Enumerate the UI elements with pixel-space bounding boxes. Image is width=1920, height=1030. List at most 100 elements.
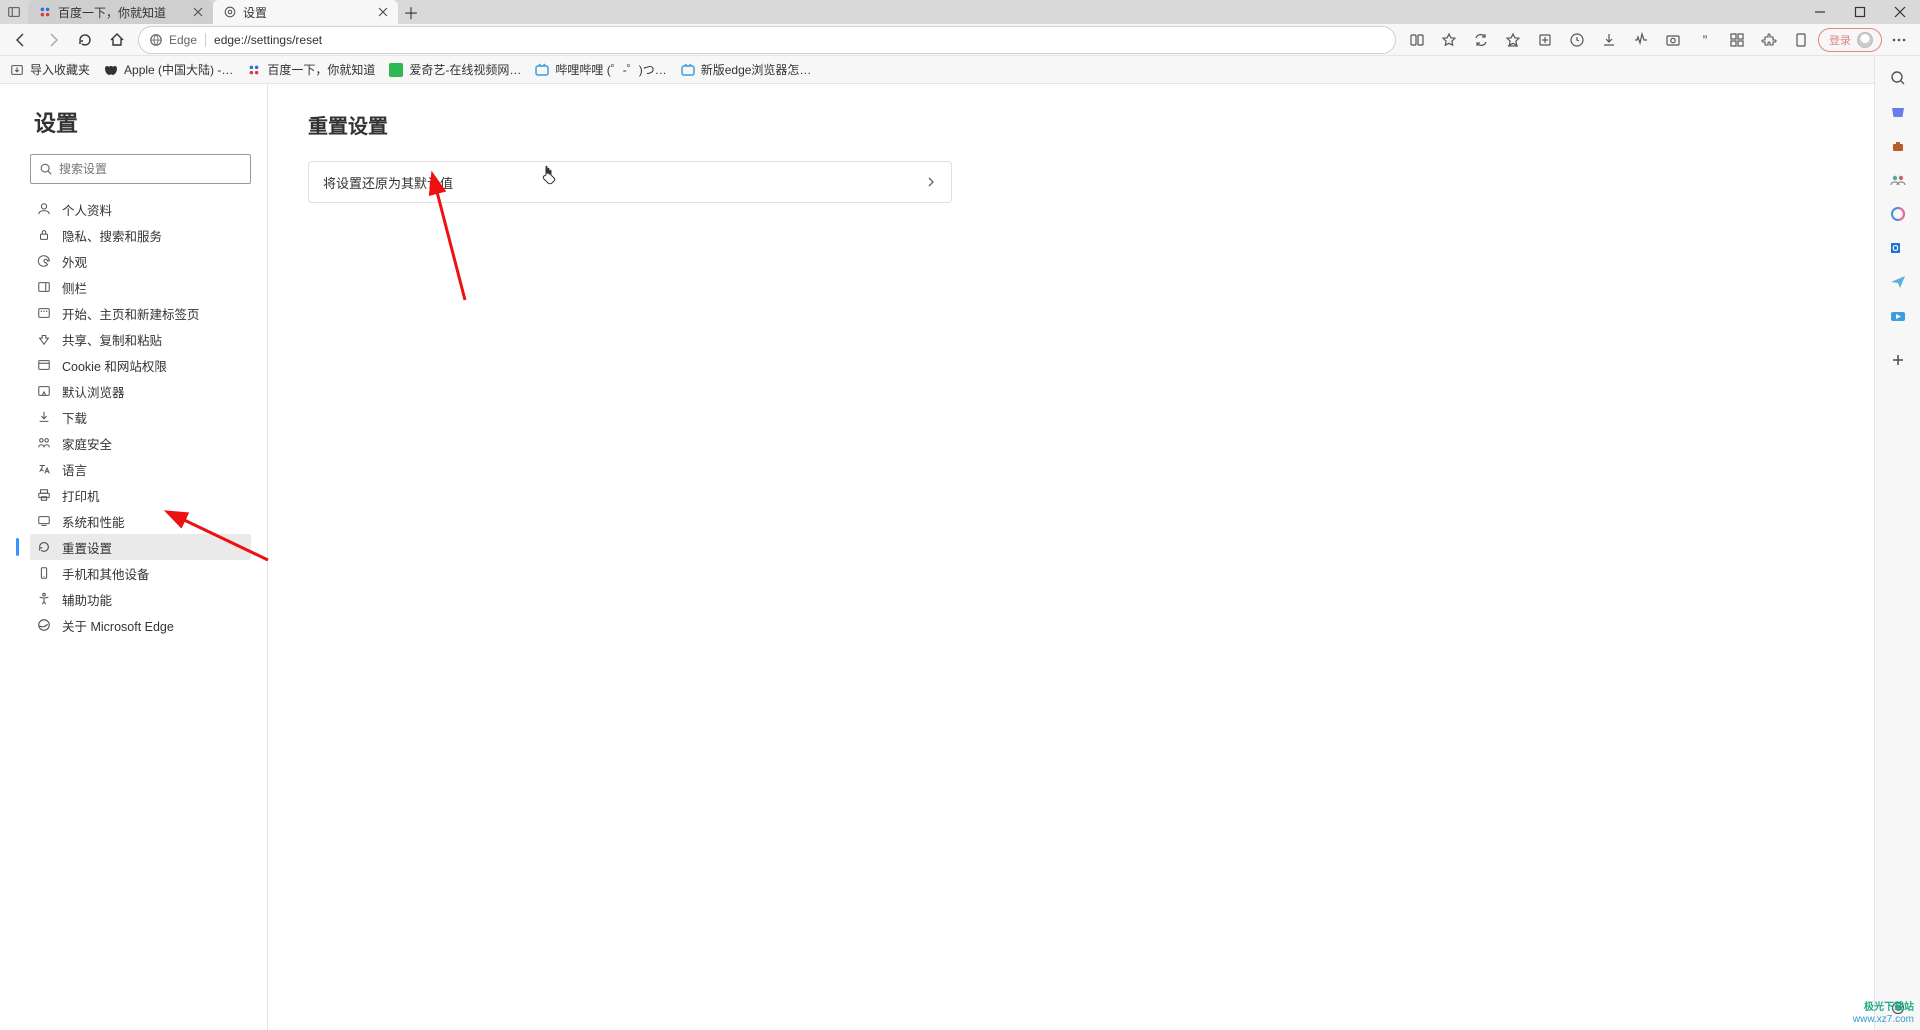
nav-label: 共享、复制和粘贴 [62,330,162,349]
address-bar[interactable]: Edge [138,26,1396,54]
bookmark-label: 新版edge浏览器怎… [701,61,812,78]
nav-default-browser[interactable]: 默认浏览器 [30,378,251,404]
rail-search-icon[interactable] [1888,68,1908,88]
rail-outlook-icon[interactable]: O [1888,238,1908,258]
site-identity[interactable]: Edge [149,33,197,47]
close-tab-button[interactable] [376,5,390,19]
cookie-icon [36,357,52,373]
refresh-button[interactable] [70,26,100,54]
nav-start[interactable]: 开始、主页和新建标签页 [30,300,251,326]
nav-label: 手机和其他设备 [62,564,150,583]
bookmark-label: 爱奇艺-在线视频网… [409,61,521,78]
tab-actions-button[interactable] [0,0,28,24]
settings-nav: 个人资料 隐私、搜索和服务 外观 侧栏 开始、主页和新建标签页 共享、复制和粘贴… [30,196,251,638]
nav-label: 外观 [62,252,87,271]
maximize-button[interactable] [1840,0,1880,24]
new-tab-button[interactable]: ＋ [398,0,424,24]
import-bookmarks-button[interactable]: 导入收藏夹 [10,61,90,78]
rail-video-icon[interactable] [1888,306,1908,326]
nav-label: 家庭安全 [62,434,112,453]
rail-people-icon[interactable] [1888,170,1908,190]
profile-icon [36,201,52,217]
bookmark-edge-tutorial[interactable]: 新版edge浏览器怎… [681,61,812,78]
read-aloud-button[interactable] [1786,26,1816,54]
rail-add-button[interactable] [1888,350,1908,370]
nav-system[interactable]: 系统和性能 [30,508,251,534]
nav-label: 打印机 [62,486,100,505]
rail-shopping-icon[interactable] [1888,102,1908,122]
settings-content: 重置设置 将设置还原为其默认值 [268,84,1874,1030]
bookmark-bilibili[interactable]: 哔哩哔哩 (゜-゜)つ… [535,61,666,78]
downloads-button[interactable] [1594,26,1624,54]
nav-privacy[interactable]: 隐私、搜索和服务 [30,222,251,248]
start-icon [36,305,52,321]
titlebar: 百度一下，你就知道 设置 ＋ [0,0,1920,24]
window-controls [1800,0,1920,24]
sync-button[interactable] [1466,26,1496,54]
collections-button[interactable] [1530,26,1560,54]
minimize-button[interactable] [1800,0,1840,24]
settings-search[interactable] [30,154,251,184]
favorite-star-button[interactable] [1434,26,1464,54]
settings-title: 设置 [34,106,251,138]
lock-icon [36,227,52,243]
bookmark-iqiyi[interactable]: 爱奇艺-在线视频网… [389,61,521,78]
nav-cookies[interactable]: Cookie 和网站权限 [30,352,251,378]
nav-reset[interactable]: 重置设置 [30,534,251,560]
nav-accessibility[interactable]: 辅助功能 [30,586,251,612]
nav-label: 关于 Microsoft Edge [62,616,174,635]
baidu-icon [247,63,261,77]
url-input[interactable] [214,33,1385,47]
close-tab-button[interactable] [191,5,205,19]
wellness-button[interactable] [1626,26,1656,54]
nav-appearance[interactable]: 外观 [30,248,251,274]
bookmark-baidu[interactable]: 百度一下，你就知道 [247,61,375,78]
reset-to-default-row[interactable]: 将设置还原为其默认值 [309,162,951,202]
split-screen-button[interactable] [1402,26,1432,54]
nav-family[interactable]: 家庭安全 [30,430,251,456]
home-button[interactable] [102,26,132,54]
accessibility-icon [36,591,52,607]
side-rail: O [1874,56,1920,1030]
svg-text:O: O [1892,244,1898,253]
baidu-favicon-icon [38,5,52,19]
nav-label: 下载 [62,408,87,427]
history-button[interactable] [1562,26,1592,54]
nav-sidebar[interactable]: 侧栏 [30,274,251,300]
nav-downloads[interactable]: 下载 [30,404,251,430]
nav-language[interactable]: 语言 [30,456,251,482]
login-button[interactable]: 登录 [1818,28,1882,52]
rail-copilot-icon[interactable] [1888,204,1908,224]
nav-label: 隐私、搜索和服务 [62,226,162,245]
back-button[interactable] [6,26,36,54]
apps-button[interactable] [1722,26,1752,54]
tab-baidu[interactable]: 百度一下，你就知道 [28,0,213,24]
reset-card: 将设置还原为其默认值 [308,161,952,203]
nav-phone[interactable]: 手机和其他设备 [30,560,251,586]
sidebar-icon [36,279,52,295]
rail-send-icon[interactable] [1888,272,1908,292]
nav-share[interactable]: 共享、复制和粘贴 [30,326,251,352]
tab-settings[interactable]: 设置 [213,0,398,24]
bookmark-label: Apple (中国大陆) -… [124,61,233,78]
nav-printers[interactable]: 打印机 [30,482,251,508]
favorites-button[interactable] [1498,26,1528,54]
nav-profile[interactable]: 个人资料 [30,196,251,222]
more-button[interactable] [1884,26,1914,54]
quote-button[interactable]: ” [1690,26,1720,54]
tab-strip: 百度一下，你就知道 设置 ＋ [0,0,424,24]
nav-about[interactable]: 关于 Microsoft Edge [30,612,251,638]
import-icon [10,63,24,77]
bilibili-icon [535,63,549,77]
screenshot-button[interactable] [1658,26,1688,54]
forward-button[interactable] [38,26,68,54]
rail-tools-icon[interactable] [1888,136,1908,156]
extensions-button[interactable] [1754,26,1784,54]
settings-search-input[interactable] [59,162,242,176]
watermark: 极光下载站 www.xz7.com [1853,1002,1914,1026]
bookmark-apple[interactable]: Apple (中国大陆) -… [104,61,233,78]
family-icon [36,435,52,451]
bilibili-icon [681,63,695,77]
nav-label: Cookie 和网站权限 [62,356,167,375]
close-window-button[interactable] [1880,0,1920,24]
